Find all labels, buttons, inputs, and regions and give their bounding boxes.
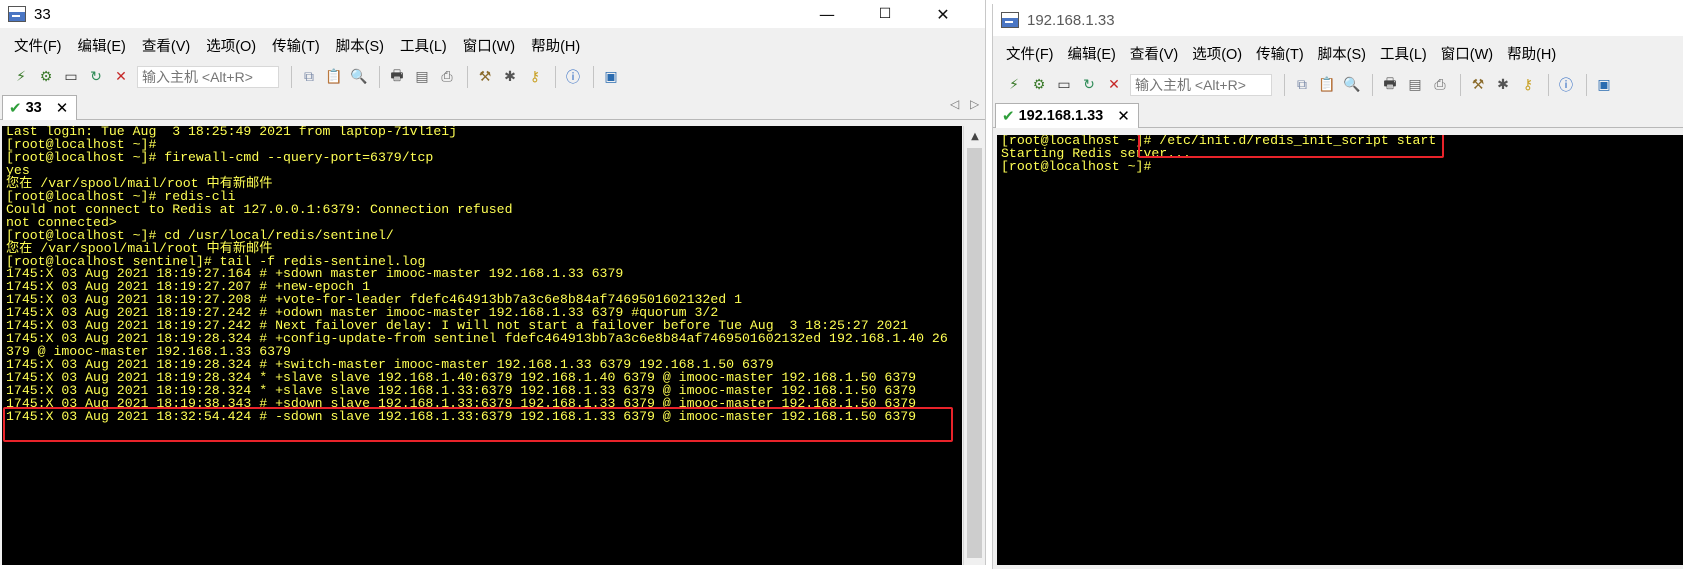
global-options-icon[interactable]: ✱ bbox=[1492, 74, 1514, 96]
menu-options[interactable]: 选项(O) bbox=[1185, 43, 1249, 64]
menu-transfer[interactable]: 传输(T) bbox=[1249, 43, 1311, 64]
terminal-scrollbar[interactable]: ▲ bbox=[963, 126, 985, 565]
find-icon[interactable]: 🔍 bbox=[1341, 74, 1363, 96]
quick-connect-icon[interactable]: ⚙ bbox=[35, 66, 57, 88]
tab-scroll-left-icon[interactable]: ◁ bbox=[950, 97, 959, 111]
find-icon[interactable]: 🔍 bbox=[348, 66, 370, 88]
scroll-up-icon[interactable]: ▲ bbox=[964, 126, 985, 146]
quick-connect-icon[interactable]: ⚙ bbox=[1028, 74, 1050, 96]
connect-icon[interactable]: ⚡ bbox=[10, 66, 32, 88]
keymap-icon[interactable]: ⚷ bbox=[1517, 74, 1539, 96]
tab-label: 33 bbox=[25, 100, 42, 116]
screen-icon[interactable]: ▣ bbox=[1593, 74, 1615, 96]
right-terminal-window: 192.168.1.33 文件(F) 编辑(E) 查看(V) 选项(O) 传输(… bbox=[992, 4, 1683, 569]
menu-edit[interactable]: 编辑(E) bbox=[1061, 43, 1123, 64]
terminal-line: Could not connect to Redis at 127.0.0.1:… bbox=[6, 201, 513, 217]
session-tab-bar: ✔ 192.168.1.33 ✕ bbox=[993, 100, 1683, 128]
connect-icon[interactable]: ⚡ bbox=[1003, 74, 1025, 96]
reconnect-icon[interactable]: ↻ bbox=[85, 66, 107, 88]
menu-transfer[interactable]: 传输(T) bbox=[264, 35, 328, 56]
menu-window[interactable]: 窗口(W) bbox=[455, 35, 523, 56]
print-icon[interactable]: 🖶 bbox=[1379, 74, 1401, 96]
connected-check-icon: ✔ bbox=[1002, 107, 1015, 125]
menu-help[interactable]: 帮助(H) bbox=[523, 35, 588, 56]
title-bar: 33 — ☐ ✕ bbox=[0, 0, 985, 28]
tab-label: 192.168.1.33 bbox=[1018, 108, 1104, 124]
scrollbar-thumb[interactable] bbox=[967, 148, 982, 558]
print-setup-icon[interactable]: ▤ bbox=[411, 66, 433, 88]
keymap-icon[interactable]: ⚷ bbox=[524, 66, 546, 88]
connected-check-icon: ✔ bbox=[9, 99, 22, 117]
copy-icon[interactable]: ⧉ bbox=[298, 66, 320, 88]
maximize-button[interactable]: ☐ bbox=[856, 0, 914, 28]
menu-view[interactable]: 查看(V) bbox=[1123, 43, 1185, 64]
title-bar: 192.168.1.33 bbox=[993, 4, 1683, 36]
toolbar: ⚡ ⚙ ▭ ↻ ✕ ⧉ 📋 🔍 🖶 ▤ ⎙ ⚒ ✱ ⚷ ⓘ ▣ bbox=[0, 62, 985, 92]
menu-view[interactable]: 查看(V) bbox=[134, 35, 198, 56]
toolbar-separator bbox=[1372, 74, 1373, 96]
toolbar-separator bbox=[555, 66, 556, 88]
print-icon[interactable]: 🖶 bbox=[386, 66, 408, 88]
close-button[interactable]: ✕ bbox=[914, 0, 972, 28]
host-input[interactable] bbox=[137, 66, 279, 88]
tab-session-33[interactable]: ✔ 33 ✕ bbox=[2, 95, 78, 120]
menu-script[interactable]: 脚本(S) bbox=[328, 35, 392, 56]
menu-edit[interactable]: 编辑(E) bbox=[70, 35, 134, 56]
menu-window[interactable]: 窗口(W) bbox=[1434, 43, 1500, 64]
menu-tools[interactable]: 工具(L) bbox=[392, 35, 455, 56]
menu-file[interactable]: 文件(F) bbox=[999, 43, 1061, 64]
tab-close-icon[interactable]: ✕ bbox=[56, 99, 69, 117]
screen-icon[interactable]: ▣ bbox=[600, 66, 622, 88]
paste-icon[interactable]: 📋 bbox=[323, 66, 345, 88]
tab-close-icon[interactable]: ✕ bbox=[1117, 107, 1130, 125]
terminal-line: 1745:X 03 Aug 2021 18:32:54.424 # -sdown… bbox=[6, 408, 917, 424]
menu-options[interactable]: 选项(O) bbox=[198, 35, 264, 56]
print-setup-icon[interactable]: ▤ bbox=[1404, 74, 1426, 96]
menu-script[interactable]: 脚本(S) bbox=[1311, 43, 1373, 64]
securecrt-app-icon bbox=[1001, 12, 1019, 28]
terminal-output[interactable]: [root@localhost ~]# /etc/init.d/redis_in… bbox=[997, 135, 1683, 565]
toolbar: ⚡ ⚙ ▭ ↻ ✕ ⧉ 📋 🔍 🖶 ▤ ⎙ ⚒ ✱ ⚷ ⓘ ▣ bbox=[993, 70, 1683, 100]
global-options-icon[interactable]: ✱ bbox=[499, 66, 521, 88]
terminal-line: [root@localhost ~]# firewall-cmd --query… bbox=[6, 149, 434, 165]
menu-bar: 文件(F) 编辑(E) 查看(V) 选项(O) 传输(T) 脚本(S) 工具(L… bbox=[0, 28, 985, 62]
toolbar-separator bbox=[593, 66, 594, 88]
window-title: 33 bbox=[34, 5, 51, 23]
toolbar-separator bbox=[291, 66, 292, 88]
session-options-icon[interactable]: ⚒ bbox=[474, 66, 496, 88]
menu-tools[interactable]: 工具(L) bbox=[1373, 43, 1434, 64]
copy-icon[interactable]: ⧉ bbox=[1291, 74, 1313, 96]
menu-file[interactable]: 文件(F) bbox=[6, 35, 70, 56]
help-icon[interactable]: ⓘ bbox=[1555, 74, 1577, 96]
left-terminal-window: 33 — ☐ ✕ 文件(F) 编辑(E) 查看(V) 选项(O) 传输(T) 脚… bbox=[0, 0, 986, 565]
menu-help[interactable]: 帮助(H) bbox=[1500, 43, 1563, 64]
print-screen-icon[interactable]: ⎙ bbox=[1429, 74, 1451, 96]
host-input[interactable] bbox=[1130, 74, 1272, 96]
connect-tab-icon[interactable]: ▭ bbox=[60, 66, 82, 88]
terminal-output[interactable]: Last login: Tue Aug 3 18:25:49 2021 from… bbox=[2, 126, 962, 565]
print-screen-icon[interactable]: ⎙ bbox=[436, 66, 458, 88]
toolbar-separator bbox=[1284, 74, 1285, 96]
tab-session-192-168-1-33[interactable]: ✔ 192.168.1.33 ✕ bbox=[995, 103, 1139, 128]
terminal-line: [root@localhost ~]# bbox=[1001, 158, 1152, 174]
reconnect-icon[interactable]: ↻ bbox=[1078, 74, 1100, 96]
minimize-button[interactable]: — bbox=[798, 0, 856, 28]
toolbar-separator bbox=[467, 66, 468, 88]
help-icon[interactable]: ⓘ bbox=[562, 66, 584, 88]
disconnect-icon[interactable]: ✕ bbox=[110, 66, 132, 88]
toolbar-separator bbox=[1460, 74, 1461, 96]
connect-tab-icon[interactable]: ▭ bbox=[1053, 74, 1075, 96]
tab-scroll-right-icon[interactable]: ▷ bbox=[970, 97, 979, 111]
paste-icon[interactable]: 📋 bbox=[1316, 74, 1338, 96]
toolbar-separator bbox=[1548, 74, 1549, 96]
session-options-icon[interactable]: ⚒ bbox=[1467, 74, 1489, 96]
session-tab-bar: ✔ 33 ✕ ◁ ▷ bbox=[0, 92, 985, 120]
window-title: 192.168.1.33 bbox=[1027, 11, 1115, 29]
securecrt-app-icon bbox=[8, 6, 26, 22]
toolbar-separator bbox=[1586, 74, 1587, 96]
toolbar-separator bbox=[379, 66, 380, 88]
disconnect-icon[interactable]: ✕ bbox=[1103, 74, 1125, 96]
menu-bar: 文件(F) 编辑(E) 查看(V) 选项(O) 传输(T) 脚本(S) 工具(L… bbox=[993, 36, 1683, 70]
